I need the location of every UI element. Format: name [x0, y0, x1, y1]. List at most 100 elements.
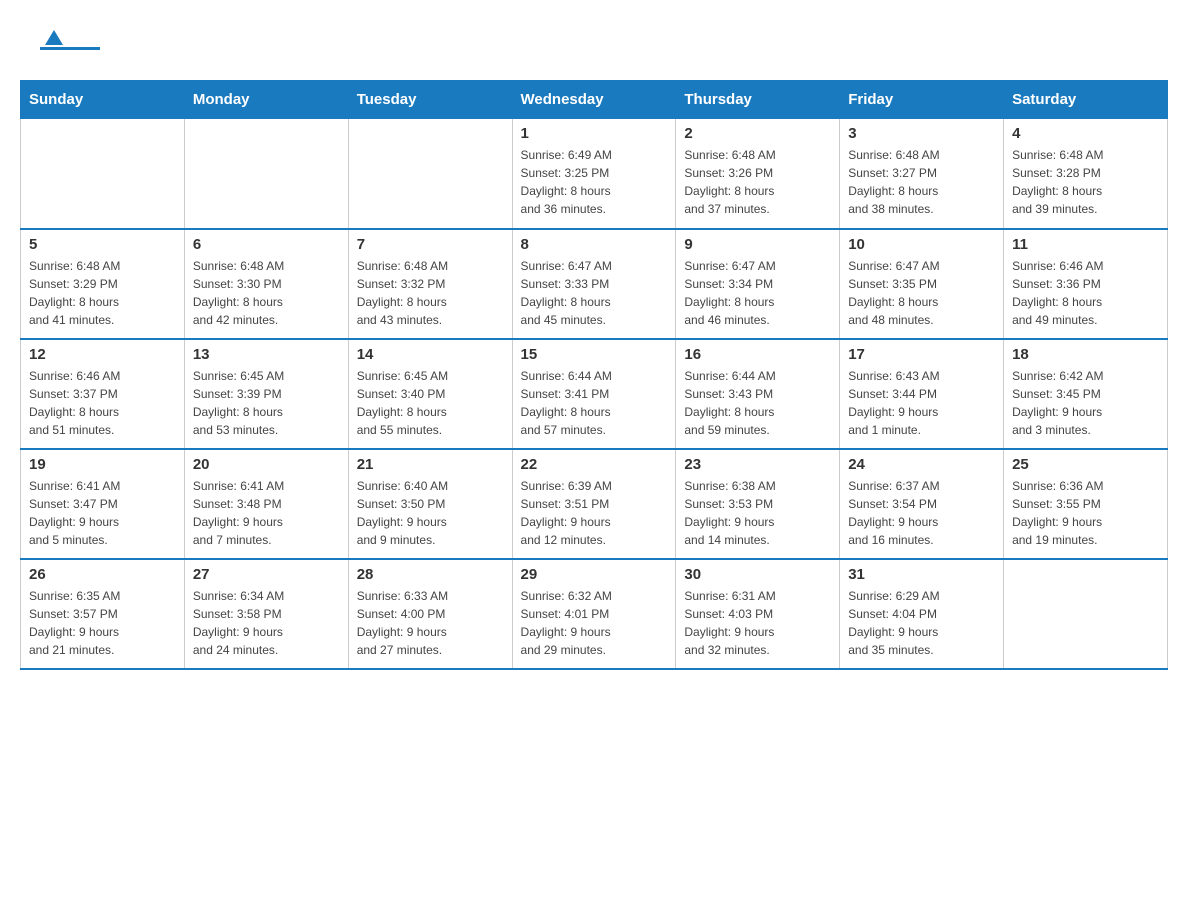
day-number: 6 [193, 236, 340, 253]
day-header-wednesday: Wednesday [512, 81, 676, 119]
day-number: 24 [848, 456, 995, 473]
calendar-cell: 10Sunrise: 6:47 AMSunset: 3:35 PMDayligh… [840, 229, 1004, 339]
day-number: 5 [29, 236, 176, 253]
calendar-cell: 21Sunrise: 6:40 AMSunset: 3:50 PMDayligh… [348, 449, 512, 559]
day-info: Sunrise: 6:41 AMSunset: 3:48 PMDaylight:… [193, 477, 340, 549]
calendar-cell: 4 Sunrise: 6:48 AMSunset: 3:28 PMDaylight… [1004, 119, 1168, 229]
day-info: Sunrise: 6:43 AMSunset: 3:44 PMDaylight:… [848, 367, 995, 439]
day-info: Sunrise: 6:45 AMSunset: 3:40 PMDaylight:… [357, 367, 504, 439]
day-number: 1 [521, 125, 668, 142]
day-info: Sunrise: 6:47 AMSunset: 3:33 PMDaylight:… [521, 257, 668, 329]
day-header-saturday: Saturday [1004, 81, 1168, 119]
day-info: Sunrise: 6:48 AMSunset: 3:32 PMDaylight:… [357, 257, 504, 329]
day-info: Sunrise: 6:31 AMSunset: 4:03 PMDaylight:… [684, 587, 831, 659]
day-number: 4 [1012, 125, 1159, 142]
calendar-cell: 18 Sunrise: 6:42 AMSunset: 3:45 PMDayligh… [1004, 339, 1168, 449]
calendar-cell: 3Sunrise: 6:48 AMSunset: 3:27 PMDaylight… [840, 119, 1004, 229]
calendar-cell: 11 Sunrise: 6:46 AMSunset: 3:36 PMDayligh… [1004, 229, 1168, 339]
calendar-week-row: 26 Sunrise: 6:35 AMSunset: 3:57 PMDayligh… [21, 559, 1168, 669]
day-info: Sunrise: 6:34 AMSunset: 3:58 PMDaylight:… [193, 587, 340, 659]
day-info: Sunrise: 6:29 AMSunset: 4:04 PMDaylight:… [848, 587, 995, 659]
day-number: 19 [29, 456, 176, 473]
day-info: Sunrise: 6:46 AMSunset: 3:37 PMDaylight:… [29, 367, 176, 439]
calendar-cell: 25 Sunrise: 6:36 AMSunset: 3:55 PMDayligh… [1004, 449, 1168, 559]
day-number: 16 [684, 346, 831, 363]
day-header-friday: Friday [840, 81, 1004, 119]
day-number: 17 [848, 346, 995, 363]
calendar-cell: 14 Sunrise: 6:45 AMSunset: 3:40 PMDayligh… [348, 339, 512, 449]
day-number: 22 [521, 456, 668, 473]
calendar-week-row: 19 Sunrise: 6:41 AMSunset: 3:47 PMDayligh… [21, 449, 1168, 559]
calendar-cell: 9 Sunrise: 6:47 AMSunset: 3:34 PMDaylight… [676, 229, 840, 339]
calendar-cell: 27Sunrise: 6:34 AMSunset: 3:58 PMDayligh… [184, 559, 348, 669]
calendar-cell [348, 119, 512, 229]
logo-text [40, 30, 63, 47]
day-info: Sunrise: 6:44 AMSunset: 3:41 PMDaylight:… [521, 367, 668, 439]
day-header-monday: Monday [184, 81, 348, 119]
day-number: 21 [357, 456, 504, 473]
day-info: Sunrise: 6:45 AMSunset: 3:39 PMDaylight:… [193, 367, 340, 439]
day-info: Sunrise: 6:46 AMSunset: 3:36 PMDaylight:… [1012, 257, 1159, 329]
calendar-cell: 28 Sunrise: 6:33 AMSunset: 4:00 PMDayligh… [348, 559, 512, 669]
calendar-cell [184, 119, 348, 229]
day-number: 3 [848, 125, 995, 142]
calendar-cell: 15 Sunrise: 6:44 AMSunset: 3:41 PMDayligh… [512, 339, 676, 449]
calendar-cell: 22 Sunrise: 6:39 AMSunset: 3:51 PMDayligh… [512, 449, 676, 559]
calendar-cell [1004, 559, 1168, 669]
day-number: 7 [357, 236, 504, 253]
calendar-cell: 20 Sunrise: 6:41 AMSunset: 3:48 PMDayligh… [184, 449, 348, 559]
calendar-cell: 7 Sunrise: 6:48 AMSunset: 3:32 PMDaylight… [348, 229, 512, 339]
logo-underline [40, 47, 100, 50]
calendar-cell: 23Sunrise: 6:38 AMSunset: 3:53 PMDayligh… [676, 449, 840, 559]
calendar-cell: 29 Sunrise: 6:32 AMSunset: 4:01 PMDayligh… [512, 559, 676, 669]
page-header [20, 20, 1168, 60]
day-number: 18 [1012, 346, 1159, 363]
calendar-table: SundayMondayTuesdayWednesdayThursdayFrid… [20, 80, 1168, 670]
day-number: 14 [357, 346, 504, 363]
day-number: 28 [357, 566, 504, 583]
calendar-cell: 31 Sunrise: 6:29 AMSunset: 4:04 PMDayligh… [840, 559, 1004, 669]
day-header-thursday: Thursday [676, 81, 840, 119]
day-header-sunday: Sunday [21, 81, 185, 119]
day-info: Sunrise: 6:32 AMSunset: 4:01 PMDaylight:… [521, 587, 668, 659]
calendar-cell: 26 Sunrise: 6:35 AMSunset: 3:57 PMDayligh… [21, 559, 185, 669]
day-number: 11 [1012, 236, 1159, 253]
logo-triangle-icon [45, 30, 63, 45]
day-info: Sunrise: 6:47 AMSunset: 3:34 PMDaylight:… [684, 257, 831, 329]
day-info: Sunrise: 6:42 AMSunset: 3:45 PMDaylight:… [1012, 367, 1159, 439]
logo [40, 30, 100, 50]
day-info: Sunrise: 6:38 AMSunset: 3:53 PMDaylight:… [684, 477, 831, 549]
day-info: Sunrise: 6:35 AMSunset: 3:57 PMDaylight:… [29, 587, 176, 659]
day-info: Sunrise: 6:49 AMSunset: 3:25 PMDaylight:… [521, 146, 668, 218]
day-number: 2 [684, 125, 831, 142]
calendar-cell: 30 Sunrise: 6:31 AMSunset: 4:03 PMDayligh… [676, 559, 840, 669]
calendar-cell: 8Sunrise: 6:47 AMSunset: 3:33 PMDaylight… [512, 229, 676, 339]
day-info: Sunrise: 6:41 AMSunset: 3:47 PMDaylight:… [29, 477, 176, 549]
day-number: 26 [29, 566, 176, 583]
calendar-cell: 12 Sunrise: 6:46 AMSunset: 3:37 PMDayligh… [21, 339, 185, 449]
day-info: Sunrise: 6:37 AMSunset: 3:54 PMDaylight:… [848, 477, 995, 549]
day-number: 31 [848, 566, 995, 583]
calendar-cell: 17 Sunrise: 6:43 AMSunset: 3:44 PMDayligh… [840, 339, 1004, 449]
day-info: Sunrise: 6:33 AMSunset: 4:00 PMDaylight:… [357, 587, 504, 659]
calendar-cell [21, 119, 185, 229]
day-info: Sunrise: 6:36 AMSunset: 3:55 PMDaylight:… [1012, 477, 1159, 549]
day-number: 9 [684, 236, 831, 253]
day-info: Sunrise: 6:48 AMSunset: 3:29 PMDaylight:… [29, 257, 176, 329]
day-info: Sunrise: 6:48 AMSunset: 3:26 PMDaylight:… [684, 146, 831, 218]
calendar-cell: 16Sunrise: 6:44 AMSunset: 3:43 PMDayligh… [676, 339, 840, 449]
calendar-cell: 13Sunrise: 6:45 AMSunset: 3:39 PMDayligh… [184, 339, 348, 449]
calendar-week-row: 1 Sunrise: 6:49 AMSunset: 3:25 PMDaylight… [21, 119, 1168, 229]
day-header-tuesday: Tuesday [348, 81, 512, 119]
day-number: 29 [521, 566, 668, 583]
day-info: Sunrise: 6:39 AMSunset: 3:51 PMDaylight:… [521, 477, 668, 549]
calendar-week-row: 12 Sunrise: 6:46 AMSunset: 3:37 PMDayligh… [21, 339, 1168, 449]
day-number: 15 [521, 346, 668, 363]
day-number: 30 [684, 566, 831, 583]
day-info: Sunrise: 6:48 AMSunset: 3:30 PMDaylight:… [193, 257, 340, 329]
calendar-cell: 19 Sunrise: 6:41 AMSunset: 3:47 PMDayligh… [21, 449, 185, 559]
day-info: Sunrise: 6:48 AMSunset: 3:28 PMDaylight:… [1012, 146, 1159, 218]
day-number: 20 [193, 456, 340, 473]
day-number: 25 [1012, 456, 1159, 473]
day-number: 12 [29, 346, 176, 363]
